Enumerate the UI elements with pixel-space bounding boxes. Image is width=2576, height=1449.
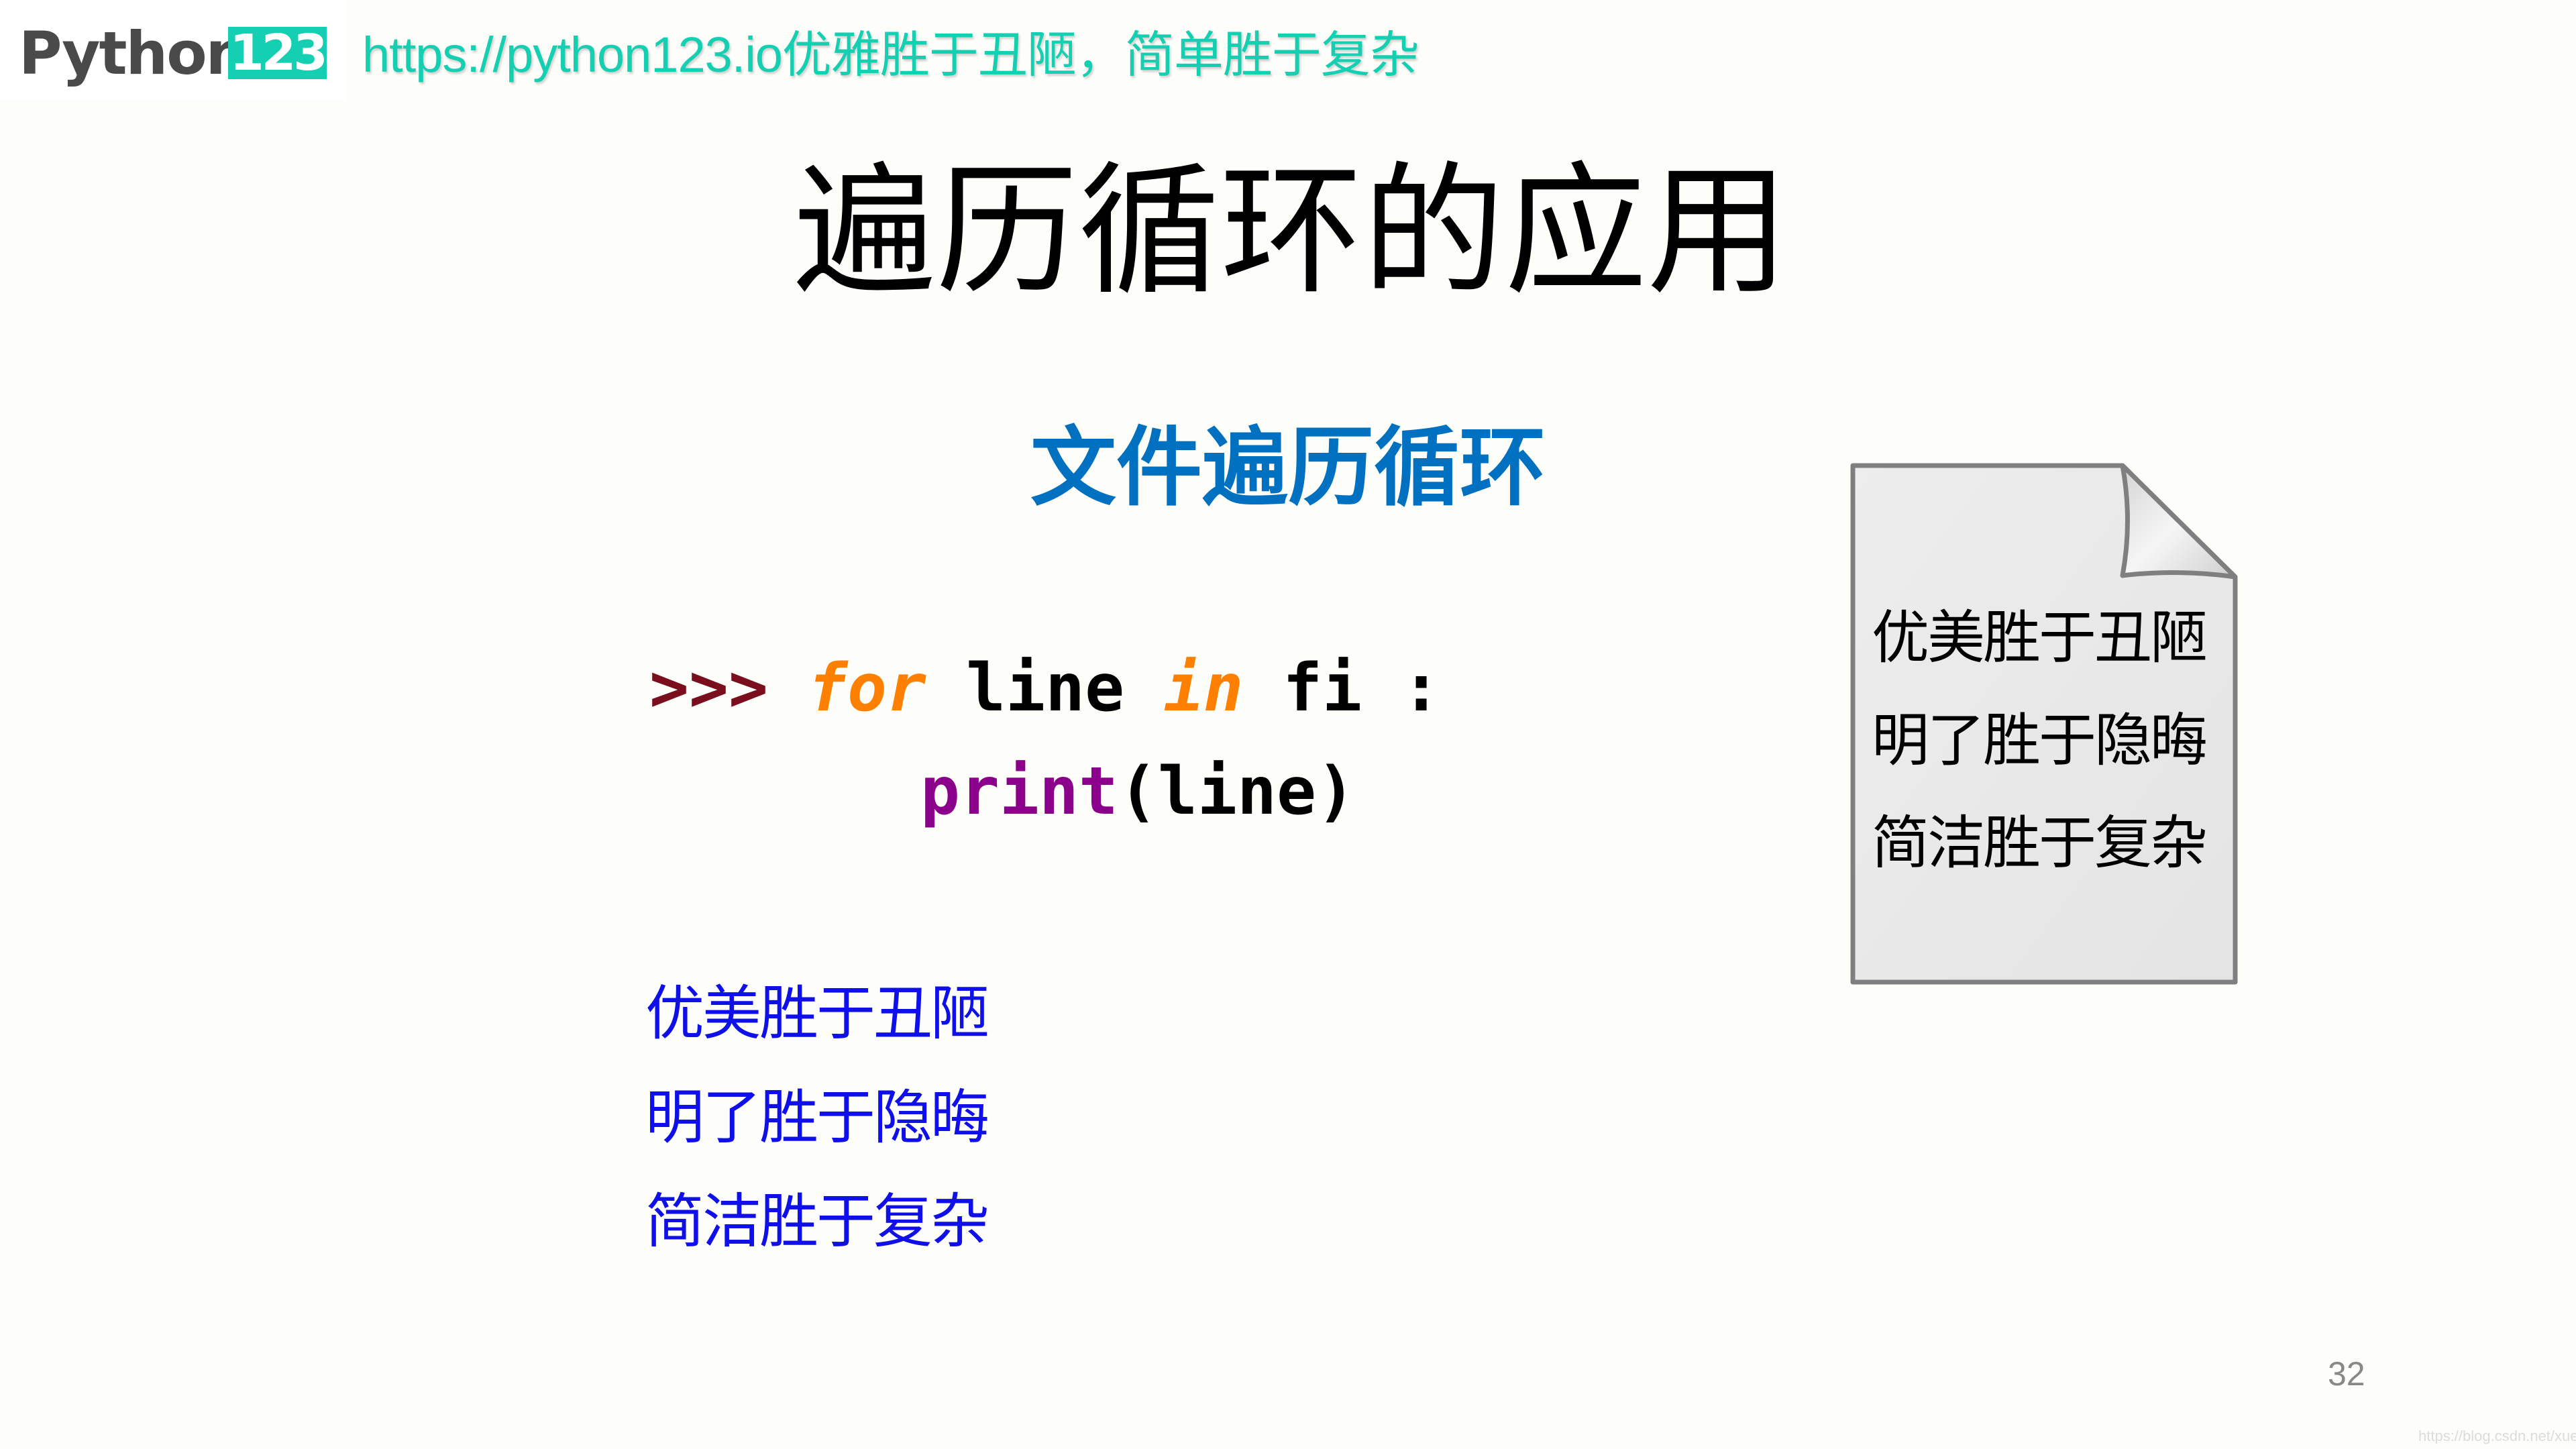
- output-line: 明了胜于隐晦: [645, 1083, 989, 1152]
- document-line: 优美胜于丑陋: [1872, 604, 2208, 672]
- keyword-for: for: [808, 650, 927, 727]
- output-line: 简洁胜于复杂: [645, 1187, 989, 1256]
- document-line: 明了胜于隐晦: [1872, 707, 2208, 774]
- loop-variable: line: [966, 650, 1125, 727]
- output-line: 优美胜于丑陋: [645, 979, 989, 1048]
- logo-badge: 123: [228, 27, 328, 79]
- document-line: 简洁胜于复杂: [1872, 810, 2208, 877]
- program-output: 优美胜于丑陋 明了胜于隐晦 简洁胜于复杂: [645, 961, 989, 1273]
- page-fold: [2120, 463, 2238, 580]
- builtin-print: print: [920, 753, 1119, 830]
- keyword-in: in: [1164, 650, 1244, 727]
- colon: :: [1401, 650, 1442, 727]
- header-tagline: https://python123.io优雅胜于丑陋，简单胜于复杂: [362, 27, 1419, 83]
- watermark: https://blog.csdn.net/xuehangpy: [2418, 1428, 2576, 1444]
- code-line-2: print(line): [920, 751, 1356, 832]
- code-line-1: >>> for line in fi :: [649, 648, 1441, 729]
- logo-wordmark: Python: [19, 19, 248, 88]
- slide-title: 遍历循环的应用: [794, 148, 1789, 314]
- repl-prompt: >>>: [649, 650, 769, 727]
- print-args: (line): [1118, 753, 1356, 830]
- document-content: 优美胜于丑陋 明了胜于隐晦 简洁胜于复杂: [1872, 587, 2220, 895]
- page-number: 32: [2328, 1355, 2365, 1393]
- iterable-name: fi: [1283, 650, 1362, 727]
